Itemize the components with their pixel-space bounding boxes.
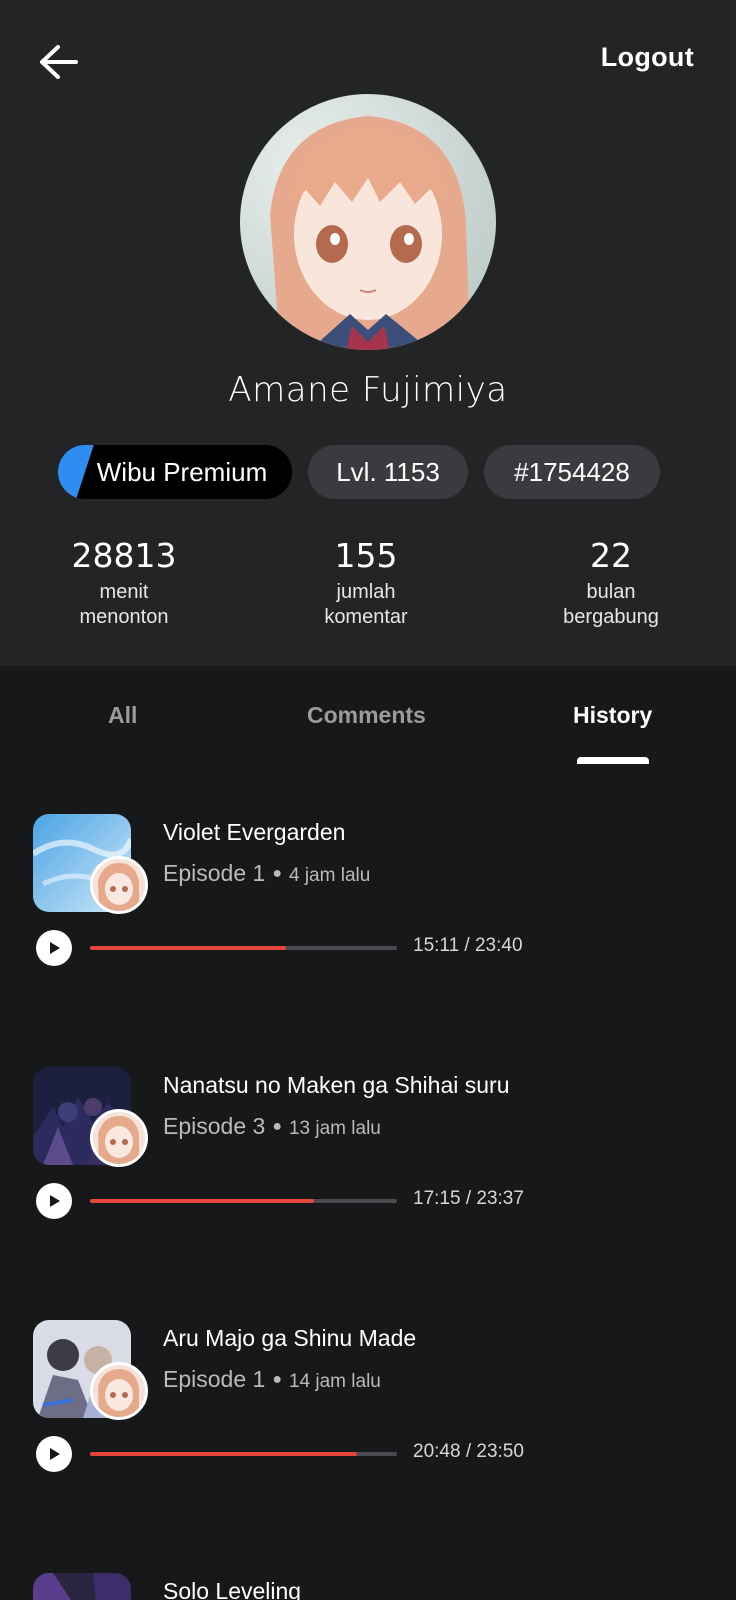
premium-accent-stripe — [58, 445, 97, 499]
stat-label: jumlah komentar — [324, 581, 408, 628]
tab-comments[interactable]: Comments — [307, 702, 426, 729]
badge-row: Wibu Premium Lvl. 1153 #1754428 — [0, 445, 736, 501]
user-mini-avatar — [90, 856, 148, 914]
stat-value: 155 — [334, 536, 398, 575]
episode-label: Episode 1 — [163, 860, 266, 886]
episode-label: Episode 1 — [163, 1366, 266, 1392]
history-item[interactable]: Aru Majo ga Shinu Made Episode 1 ● 14 ja… — [0, 1320, 736, 1520]
progress-fill — [90, 1452, 358, 1456]
profile-header: Logout Amane Fujimiya Wibu Premium Lvl. … — [0, 0, 736, 666]
stat-value: 28813 — [71, 536, 177, 575]
premium-badge-label: Wibu Premium — [96, 456, 268, 487]
anime-title: Aru Majo ga Shinu Made — [163, 1325, 417, 1351]
history-item[interactable]: Violet Evergarden Episode 1 ● 4 jam lalu… — [0, 814, 736, 1014]
stat-comments: 155 jumlah komentar — [266, 536, 466, 630]
progress-bar[interactable] — [90, 946, 397, 950]
stat-label: bulan bergabung — [563, 581, 659, 628]
meta-separator-dot: ● — [272, 1118, 282, 1135]
user-mini-avatar — [90, 1109, 148, 1167]
watched-ago: 13 jam lalu — [288, 1118, 381, 1139]
play-icon[interactable] — [36, 930, 72, 966]
progress-bar[interactable] — [90, 1452, 397, 1456]
tab-history[interactable]: History — [573, 702, 652, 729]
episode-label: Episode 3 — [163, 1113, 266, 1139]
profile-tabs: All Comments History — [0, 666, 736, 766]
stat-value: 22 — [590, 536, 632, 575]
user-id-badge: #1754428 — [484, 445, 660, 499]
anime-title: Solo Leveling — [163, 1578, 302, 1600]
logout-button[interactable]: Logout — [601, 42, 694, 73]
play-icon[interactable] — [36, 1436, 72, 1472]
level-badge: Lvl. 1153 — [308, 445, 468, 499]
meta-separator-dot: ● — [272, 865, 282, 882]
history-item[interactable]: Nanatsu no Maken ga Shihai suru Episode … — [0, 1067, 736, 1267]
anime-title: Violet Evergarden — [163, 819, 346, 845]
watched-ago: 4 jam lalu — [288, 865, 371, 886]
episode-meta: Episode 1 ● 14 jam lalu — [163, 1366, 381, 1393]
episode-meta: Episode 1 ● 4 jam lalu — [163, 860, 370, 887]
active-tab-indicator — [577, 757, 649, 764]
play-icon[interactable] — [36, 1183, 72, 1219]
history-item[interactable]: Solo Leveling — [0, 1573, 736, 1600]
stat-label: menit menonton — [79, 581, 169, 628]
episode-meta: Episode 3 ● 13 jam lalu — [163, 1113, 381, 1140]
tab-all[interactable]: All — [108, 702, 137, 729]
back-arrow-icon[interactable] — [36, 40, 80, 84]
watched-ago: 14 jam lalu — [288, 1371, 381, 1392]
progress-fill — [90, 946, 287, 950]
profile-avatar — [240, 94, 496, 350]
progress-bar[interactable] — [90, 1199, 397, 1203]
playback-time: 15:11 / 23:40 — [413, 935, 523, 956]
meta-separator-dot: ● — [272, 1371, 282, 1388]
progress-fill — [90, 1199, 315, 1203]
anime-title: Nanatsu no Maken ga Shihai suru — [163, 1072, 510, 1098]
playback-time: 17:15 / 23:37 — [413, 1188, 524, 1209]
stat-months-joined: 22 bulan bergabung — [511, 536, 711, 630]
username: Amane Fujimiya — [228, 370, 508, 410]
premium-badge: Wibu Premium — [58, 445, 292, 499]
playback-time: 20:48 / 23:50 — [413, 1441, 524, 1462]
user-mini-avatar — [90, 1362, 148, 1420]
stat-watch-minutes: 28813 menit menonton — [24, 536, 224, 630]
anime-thumbnail — [33, 1573, 131, 1600]
